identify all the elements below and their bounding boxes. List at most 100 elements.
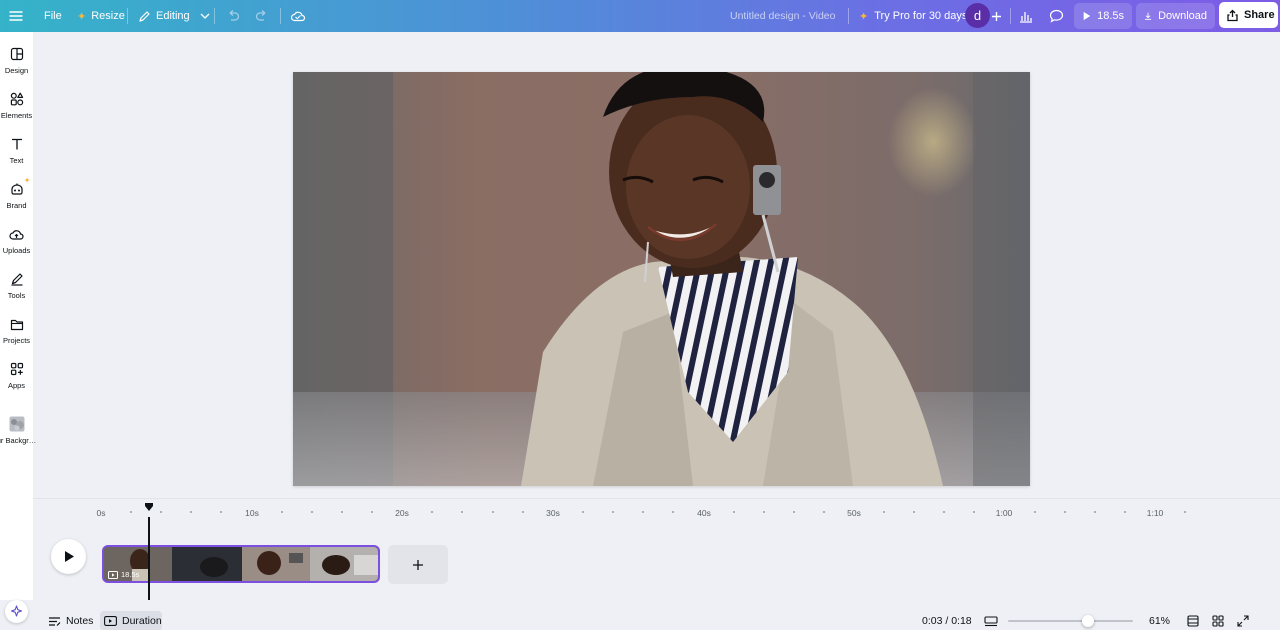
divider: [214, 8, 215, 24]
invite-button[interactable]: [991, 0, 1002, 32]
preview-duration: 18.5s: [1097, 10, 1124, 22]
pro-star-icon: ✦: [77, 10, 87, 23]
text-icon: [9, 136, 25, 152]
ruler-label: 30s: [546, 508, 560, 518]
ruler-tick: [1033, 511, 1036, 513]
chevron-down-icon: [200, 13, 210, 19]
shapes-icon: [9, 91, 25, 107]
ruler-tick: [371, 511, 374, 513]
ruler-label: 50s: [847, 508, 861, 518]
hamburger-icon: [9, 11, 23, 21]
redo-button[interactable]: [255, 0, 269, 32]
duration-button[interactable]: Duration: [100, 611, 162, 630]
video-frame-image[interactable]: [293, 72, 1030, 486]
share-button[interactable]: Share: [1219, 2, 1278, 28]
clip-thumbnails: [104, 547, 378, 581]
preview-play-button[interactable]: 18.5s: [1074, 3, 1132, 29]
timeline-toggle-button[interactable]: [984, 606, 998, 630]
play-icon: [1083, 11, 1091, 21]
add-clip-button[interactable]: [388, 545, 448, 584]
editing-mode-dropdown[interactable]: Editing: [138, 0, 211, 32]
download-icon: [1145, 12, 1152, 20]
user-avatar[interactable]: d: [965, 3, 990, 28]
sidebar-item-elements[interactable]: Elements: [0, 91, 33, 120]
insights-button[interactable]: [1019, 0, 1033, 32]
crown-icon: ✦: [859, 10, 869, 23]
zoom-slider-thumb[interactable]: [1081, 615, 1094, 627]
design-canvas[interactable]: [293, 72, 1030, 486]
pen-icon: [9, 271, 25, 287]
plus-icon: [413, 559, 423, 570]
ruler-tick: [340, 511, 343, 513]
clip-duration-badge: 18.5s: [108, 570, 139, 579]
sidebar-item-blur-background[interactable]: ur Backgr…: [0, 416, 37, 445]
ruler-tick: [581, 511, 584, 513]
sidebar-item-label: Projects: [2, 336, 31, 345]
layout-icon: [9, 46, 25, 62]
file-menu[interactable]: File: [44, 0, 62, 32]
ruler-tick: [1184, 511, 1187, 513]
ruler-tick: [461, 511, 464, 513]
pencil-icon: [139, 10, 150, 22]
pro-star-icon: ✦: [23, 176, 31, 185]
video-icon: [108, 570, 118, 579]
editing-label: Editing: [156, 10, 190, 22]
playhead[interactable]: [148, 517, 150, 609]
magic-assistant-button[interactable]: [5, 600, 28, 623]
sidebar-item-tools[interactable]: Tools: [0, 271, 33, 300]
playhead-handle-icon[interactable]: [144, 503, 154, 511]
ruler-label: 40s: [697, 508, 711, 518]
resize-button[interactable]: ✦ Resize: [77, 0, 125, 32]
duration-label: Duration: [122, 615, 162, 627]
menu-button[interactable]: [9, 0, 23, 32]
ruler-tick: [883, 511, 886, 513]
sidebar-item-design[interactable]: Design: [0, 46, 33, 75]
redo-icon: [255, 10, 266, 21]
ruler-tick: [642, 511, 645, 513]
sidebar-item-text[interactable]: Text: [0, 136, 33, 165]
ruler-tick: [521, 511, 524, 513]
sidebar-item-brand[interactable]: ✦ Brand: [0, 176, 33, 210]
sidebar-item-label: Text: [9, 156, 24, 165]
video-clip[interactable]: 18.5s: [102, 545, 380, 583]
ruler-tick: [943, 511, 946, 513]
try-pro-label: Try Pro for 30 days: [874, 10, 968, 22]
ruler-tick: [431, 511, 434, 513]
undo-button[interactable]: [226, 0, 240, 32]
sidebar-item-uploads[interactable]: Uploads: [0, 226, 33, 255]
divider: [848, 8, 849, 24]
zoom-slider-track[interactable]: [1008, 620, 1133, 622]
ruler-tick: [762, 511, 765, 513]
notes-icon: [49, 616, 61, 626]
ruler-label: 1:00: [995, 508, 1013, 518]
cloud-save-button[interactable]: [290, 0, 306, 32]
sidebar-item-label: Brand: [6, 201, 27, 210]
try-pro-button[interactable]: ✦ Try Pro for 30 days: [851, 3, 975, 29]
ruler-tick: [732, 511, 735, 513]
sidebar-item-apps[interactable]: Apps: [0, 361, 33, 390]
sidebar-item-label: Apps: [7, 381, 26, 390]
pages-view-button[interactable]: [1187, 606, 1199, 630]
play-icon: [64, 551, 74, 562]
comment-button[interactable]: [1049, 0, 1064, 32]
blur-background-icon: [9, 416, 25, 432]
pages-icon: [1187, 615, 1199, 627]
divider: [280, 8, 281, 24]
download-button[interactable]: Download: [1136, 3, 1215, 29]
zoom-percent[interactable]: 61%: [1149, 606, 1170, 630]
sidebar-item-label: Uploads: [2, 246, 31, 255]
cloud-check-icon: [290, 11, 306, 22]
sidebar-item-projects[interactable]: Projects: [0, 316, 33, 345]
design-title[interactable]: Untitled design - Video: [730, 0, 835, 32]
grid-view-button[interactable]: [1212, 606, 1224, 630]
file-label: File: [44, 10, 62, 22]
sidebar-item-label: ur Backgr…: [0, 436, 37, 445]
ruler-tick: [310, 511, 313, 513]
ruler-tick: [190, 511, 193, 513]
fullscreen-button[interactable]: [1237, 606, 1249, 630]
notes-button[interactable]: Notes: [48, 606, 93, 630]
ruler-tick: [973, 511, 976, 513]
timeline-play-button[interactable]: [51, 539, 86, 574]
ruler-label: 1:10: [1146, 508, 1164, 518]
folder-icon: [9, 316, 25, 332]
